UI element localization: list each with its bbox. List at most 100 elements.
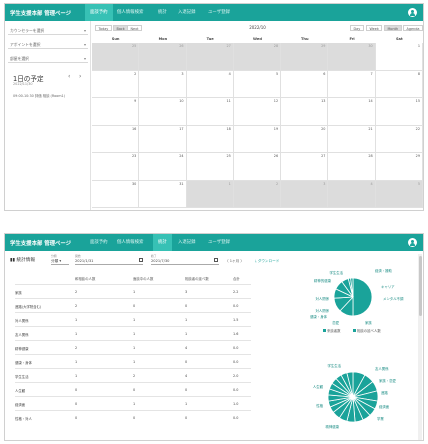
day-number: 20 [321,126,326,131]
table-row: 学生生活 1 2 4 2.0 [15,368,251,382]
nav-tab-stats[interactable]: 統計 [153,4,172,21]
calendar-day-cell[interactable]: 14 [328,98,376,126]
calendar-day-cell[interactable]: 12 [233,98,282,126]
calendar-day-cell[interactable]: 30 [328,43,376,71]
calendar-day-cell[interactable]: 5 [375,180,423,208]
calendar-day-cell[interactable]: 30 [92,180,140,208]
calendar-icon[interactable] [139,258,143,262]
day-view-button[interactable]: Day [350,25,364,31]
table-cell: 1.5 [233,318,239,322]
next-day-button[interactable]: › [79,73,81,80]
month-view-button[interactable]: Month [384,25,402,31]
day-number: 1 [417,44,420,48]
schedule-sidebar: カウンセラーを選択 ▾ アポイントを選択 ▾ 部屋を選択 ▾ 1日の予定 ‹ ›… [5,21,91,210]
calendar-day-cell[interactable]: 11 [186,98,234,126]
calendar-day-cell[interactable]: 13 [281,98,329,126]
pie-label: 経済・援助 [375,268,393,273]
counselor-select[interactable]: カウンセラーを選択 ▾ [8,26,88,35]
pie-label: 進路 [381,390,388,395]
calendar-day-cell[interactable]: 6 [281,70,329,98]
range-stepper[interactable]: 〈 1ヶ月 〉 [225,259,244,264]
calendar-day-cell[interactable]: 19 [233,125,282,153]
table-cell: 0 [75,416,78,420]
calendar-day-cell[interactable]: 4 [328,180,376,208]
calendar-day-cell[interactable]: 27 [281,153,329,181]
calendar-icon[interactable] [214,258,218,262]
calendar-day-cell[interactable]: 25 [92,43,140,71]
table-cell: 1 [133,318,136,322]
day-number: 28 [273,44,279,48]
calendar-day-cell[interactable]: 3 [281,180,329,208]
calendar-day-cell[interactable]: 10 [139,98,187,126]
calendar-day-cell[interactable]: 24 [139,153,187,181]
pie1-slice[interactable] [352,277,373,317]
nav-tab-stats[interactable]: 統計 [153,234,172,251]
table-cell: 0.0 [233,388,239,392]
calendar-day-cell[interactable]: 2 [92,70,140,98]
calendar-day-cell[interactable]: 21 [328,125,376,153]
calendar-day-cell[interactable]: 1 [375,43,423,71]
calendar-day-cell[interactable]: 25 [186,153,234,181]
calendar-day-cell[interactable]: 31 [139,180,187,208]
nav-tab-user-register[interactable]: ユーザ登録 [203,234,235,251]
calendar-day-cell[interactable]: 9 [92,98,140,126]
calendar-day-cell[interactable]: 7 [328,70,376,98]
table-cell: 0.0 [233,416,239,420]
nav-tab-search[interactable]: 個人情報検索 [112,234,148,251]
day-number: 2 [134,71,137,76]
calendar-day-cell[interactable]: 29 [375,153,423,181]
nav-tab-entry-log[interactable]: 入退記録 [173,234,201,251]
app-brand[interactable]: 学生支援本部 管理ページ [10,239,71,247]
table-cell: 1 [75,360,78,364]
type-filter-select[interactable]: 分類 ▾ [51,258,69,265]
calendar-day-cell[interactable]: 5 [233,70,282,98]
appointment-select[interactable]: アポイントを選択 ▾ [8,40,88,49]
calendar-day-cell[interactable]: 23 [92,153,140,181]
day-number: 8 [417,71,420,76]
account-circle-icon[interactable] [408,238,417,247]
account-circle-icon[interactable] [408,8,417,17]
calendar-day-cell[interactable]: 4 [186,70,234,98]
nav-tab-appointments[interactable]: 面談予約 [85,4,113,21]
calendar-day-cell[interactable]: 15 [375,98,423,126]
table-row: 家族 2 1 3 2.2 [15,284,251,298]
calendar-day-cell[interactable]: 22 [375,125,423,153]
calendar-day-cell[interactable]: 18 [186,125,234,153]
prev-day-button[interactable]: ‹ [68,73,70,80]
calendar-day-cell[interactable]: 28 [328,153,376,181]
day-number: 24 [179,154,184,158]
calendar-day-cell[interactable]: 26 [233,153,282,181]
calendar-day-cell[interactable]: 26 [139,43,187,71]
nav-tab-appointments[interactable]: 面談予約 [85,234,113,251]
nav-tab-search[interactable]: 個人情報検索 [112,4,148,21]
table-cell: 進路(大学院含む) [15,305,42,309]
agenda-view-button[interactable]: Agenda [403,25,423,31]
table-cell: 友人関係 [15,333,29,337]
vertical-scrollbar[interactable] [418,254,422,440]
week-view-button[interactable]: Week [366,25,383,31]
app-brand[interactable]: 学生支援本部 管理ページ [10,9,71,17]
download-button[interactable]: ⤓ ダウンロード [255,259,279,264]
nav-tab-user-register[interactable]: ユーザ登録 [203,4,235,21]
calendar-day-cell[interactable]: 17 [139,125,187,153]
calendar-day-cell[interactable]: 8 [375,70,423,98]
calendar-day-cell[interactable]: 16 [92,125,140,153]
chevron-down-icon: ▾ [83,56,86,61]
schedule-event[interactable]: 09:00-10:30 評価 相談 (Room1) [13,93,65,98]
end-date-input[interactable]: 2021/7/30 [151,258,219,265]
start-date-input[interactable]: 2021/1/31 [75,258,143,265]
calendar-day-cell[interactable]: 20 [281,125,329,153]
calendar-day-cell[interactable]: 1 [186,180,234,208]
table-cell: 4 [185,346,188,350]
calendar-day-cell[interactable]: 28 [233,43,282,71]
calendar-day-cell[interactable]: 27 [186,43,234,71]
download-label: ダウンロード [257,259,280,263]
facility-select[interactable]: 部屋を選択 ▾ [8,54,88,63]
calendar-day-cell[interactable]: 3 [139,70,187,98]
pie-charts: 学生生活 経済・援助精神的健康キャリアメンタル不調対人関係対人関係家族恋愛健康・身… [310,268,404,429]
day-number: 29 [321,44,326,48]
calendar-day-cell[interactable]: 2 [233,180,282,208]
table-cell: 健康・身体 [15,361,32,365]
calendar-day-cell[interactable]: 29 [281,43,329,71]
nav-tab-entry-log[interactable]: 入退記録 [173,4,201,21]
